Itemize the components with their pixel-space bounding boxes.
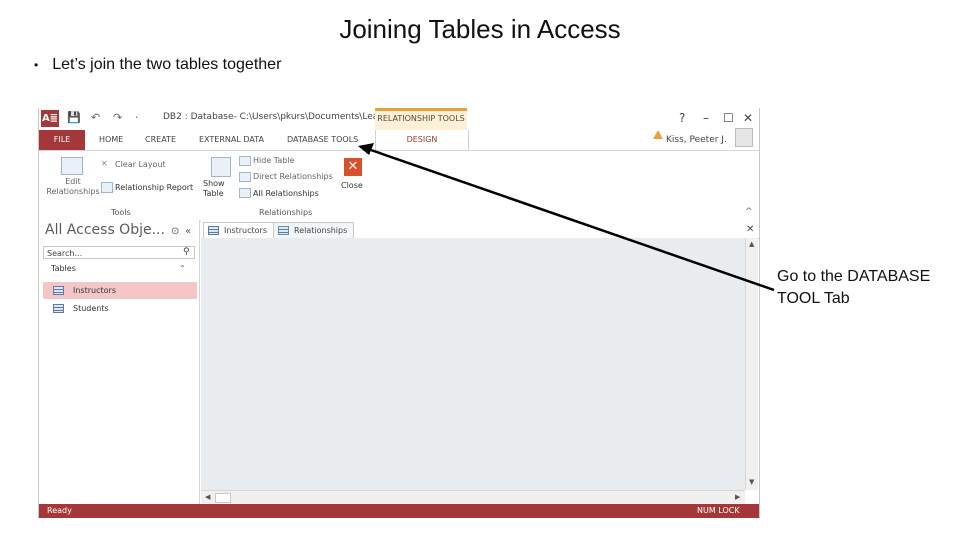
table-icon xyxy=(208,226,219,235)
close-window-icon[interactable]: ✕ xyxy=(743,111,753,125)
nav-options-icon[interactable]: ⊙ xyxy=(171,226,179,237)
window-title: DB2 : Database- C:\Users\pkurs\Documents… xyxy=(163,112,387,122)
close-button[interactable]: Close xyxy=(341,181,363,190)
doc-tab-relationships[interactable]: Relationships xyxy=(273,222,355,238)
doc-tab-label: Instructors xyxy=(224,226,267,235)
nav-item-label: Instructors xyxy=(73,286,116,295)
collapse-ribbon-icon[interactable]: ^ xyxy=(745,207,753,217)
bullet-text: Let’s join the two tables together xyxy=(52,56,282,73)
close-document-icon[interactable]: ✕ xyxy=(746,224,754,235)
title-bar: A≣ 💾 ↶ ↷ ⋅ DB2 : Database- C:\Users\pkur… xyxy=(39,108,759,130)
tools-group-label: Tools xyxy=(111,208,131,217)
all-relationships-icon xyxy=(239,188,251,198)
minimize-icon[interactable]: – xyxy=(703,111,709,125)
tab-database-tools[interactable]: DATABASE TOOLS xyxy=(287,130,358,150)
relationship-report-button[interactable]: Relationship Report xyxy=(115,183,193,192)
navigation-pane: All Access Obje... ⊙ « Search... ⚲ Table… xyxy=(39,220,200,506)
nav-collapse-icon[interactable]: « xyxy=(185,226,191,237)
access-app-icon[interactable]: A≣ xyxy=(41,110,59,127)
doc-tab-label: Relationships xyxy=(294,226,348,235)
status-ready: Ready xyxy=(47,506,72,515)
avatar[interactable] xyxy=(735,128,753,147)
scroll-right-icon[interactable]: ▶ xyxy=(735,493,740,501)
table-icon xyxy=(53,304,64,313)
bullet-marker: • xyxy=(34,58,39,72)
slide-title: Joining Tables in Access xyxy=(339,14,621,44)
relationships-workspace[interactable] xyxy=(201,238,745,490)
status-bar: Ready NUM LOCK xyxy=(39,504,759,518)
nav-item-students[interactable]: Students xyxy=(43,300,197,317)
tab-file[interactable]: FILE xyxy=(39,130,85,150)
direct-relationships-icon xyxy=(239,172,251,182)
doc-tab-instructors[interactable]: Instructors xyxy=(203,222,274,238)
help-icon[interactable]: ? xyxy=(679,111,685,125)
relationship-tools-header: RELATIONSHIP TOOLS xyxy=(375,108,467,130)
nav-pane-title[interactable]: All Access Obje... xyxy=(45,222,165,238)
tab-external-data[interactable]: EXTERNAL DATA xyxy=(199,130,264,150)
tab-design[interactable]: DESIGN xyxy=(375,130,469,150)
undo-icon[interactable]: ↶ xyxy=(91,111,100,124)
vertical-scrollbar[interactable]: ▲ ▼ xyxy=(745,238,758,490)
relationships-icon xyxy=(278,226,289,235)
document-tabs: Instructors Relationships xyxy=(201,220,759,239)
all-relationships-button[interactable]: All Relationships xyxy=(253,189,319,198)
nav-item-instructors[interactable]: Instructors xyxy=(43,282,197,299)
status-num-lock: NUM LOCK xyxy=(697,506,740,515)
table-icon xyxy=(53,286,64,295)
show-table-button[interactable]: Show Table xyxy=(203,179,229,199)
slide-bullet: • Let’s join the two tables together xyxy=(34,56,281,74)
tables-section-header[interactable]: Tables xyxy=(51,264,76,273)
edit-relationships-button[interactable]: Edit Relationships xyxy=(45,177,101,197)
tab-create[interactable]: CREATE xyxy=(145,130,176,150)
scroll-left-icon[interactable]: ◀ xyxy=(205,493,210,501)
clear-layout-button[interactable]: Clear Layout xyxy=(115,160,166,169)
nav-item-label: Students xyxy=(73,304,109,313)
search-icon[interactable]: ⚲ xyxy=(183,247,190,257)
show-table-icon xyxy=(211,157,231,177)
scroll-up-icon[interactable]: ▲ xyxy=(749,240,754,248)
hide-table-icon xyxy=(239,156,251,166)
ribbon-tabs: FILE HOME CREATE EXTERNAL DATA DATABASE … xyxy=(39,130,759,150)
horizontal-scrollbar[interactable]: ◀ ▶ xyxy=(201,490,745,505)
redo-icon[interactable]: ↷ xyxy=(113,111,122,124)
save-icon[interactable]: 💾 xyxy=(67,111,81,124)
warning-icon xyxy=(653,130,663,139)
maximize-icon[interactable]: ☐ xyxy=(723,111,734,125)
close-icon: ✕ xyxy=(344,158,362,176)
callout-text: Go to the DATABASE TOOL Tab xyxy=(777,268,931,307)
user-name[interactable]: Kiss, Peeter J. xyxy=(666,135,727,145)
edit-relationships-icon xyxy=(61,157,83,175)
section-collapse-icon[interactable]: ⌃ xyxy=(179,264,186,273)
clear-layout-icon: ✕ xyxy=(101,159,108,168)
direct-relationships-button[interactable]: Direct Relationships xyxy=(253,172,333,181)
hide-table-button[interactable]: Hide Table xyxy=(253,156,294,165)
scroll-thumb[interactable] xyxy=(215,493,231,503)
search-input[interactable]: Search... xyxy=(43,246,195,259)
scroll-down-icon[interactable]: ▼ xyxy=(749,478,754,486)
quick-access-more-icon[interactable]: ⋅ xyxy=(135,111,139,124)
tab-home[interactable]: HOME xyxy=(99,130,123,150)
access-window: A≣ 💾 ↶ ↷ ⋅ DB2 : Database- C:\Users\pkur… xyxy=(38,108,760,518)
ribbon: Edit Relationships ✕ Clear Layout Relati… xyxy=(39,150,759,222)
relationship-report-icon xyxy=(101,182,113,193)
relationships-group-label: Relationships xyxy=(259,208,313,217)
